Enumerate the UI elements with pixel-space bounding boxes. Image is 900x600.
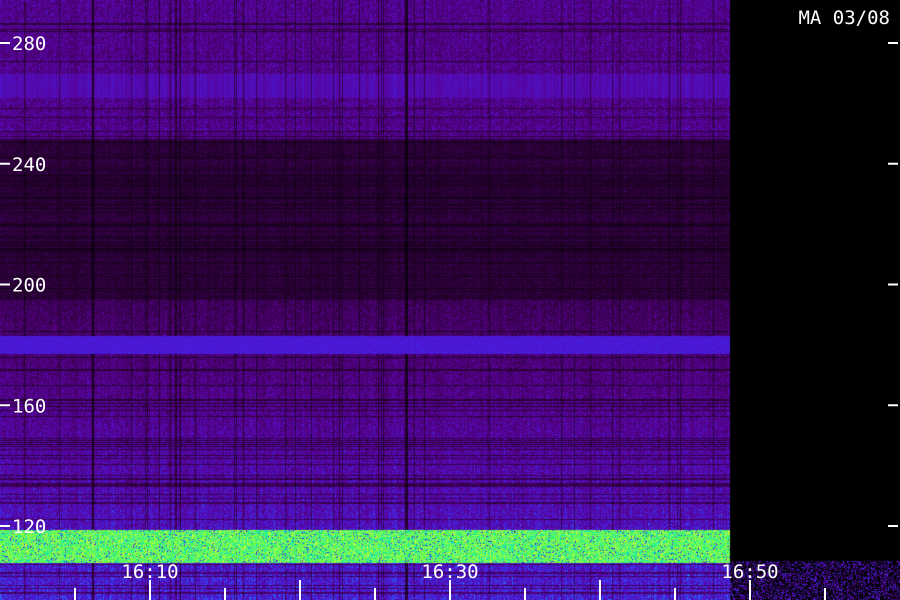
y-tick-label: 280 bbox=[12, 33, 46, 55]
y-tick-label: 160 bbox=[12, 395, 46, 417]
x-axis: 16:10 16:30 16:50 bbox=[74, 561, 826, 600]
y-axis-right bbox=[888, 42, 898, 527]
x-tick-label: 16:30 bbox=[421, 561, 478, 583]
x-tick-label: 16:50 bbox=[721, 561, 778, 583]
y-tick-label: 200 bbox=[12, 275, 46, 297]
chart-title: MA 03/08 bbox=[798, 7, 890, 29]
x-tick-label: 16:10 bbox=[121, 561, 178, 583]
y-axis-left: 280 240 200 160 120 bbox=[0, 33, 46, 538]
axis-overlay: 280 240 200 160 120 16:10 16:30 16:50 MA 03/08 bbox=[0, 7, 898, 600]
y-tick-label: 120 bbox=[12, 516, 46, 538]
y-tick-label: 240 bbox=[12, 154, 46, 176]
